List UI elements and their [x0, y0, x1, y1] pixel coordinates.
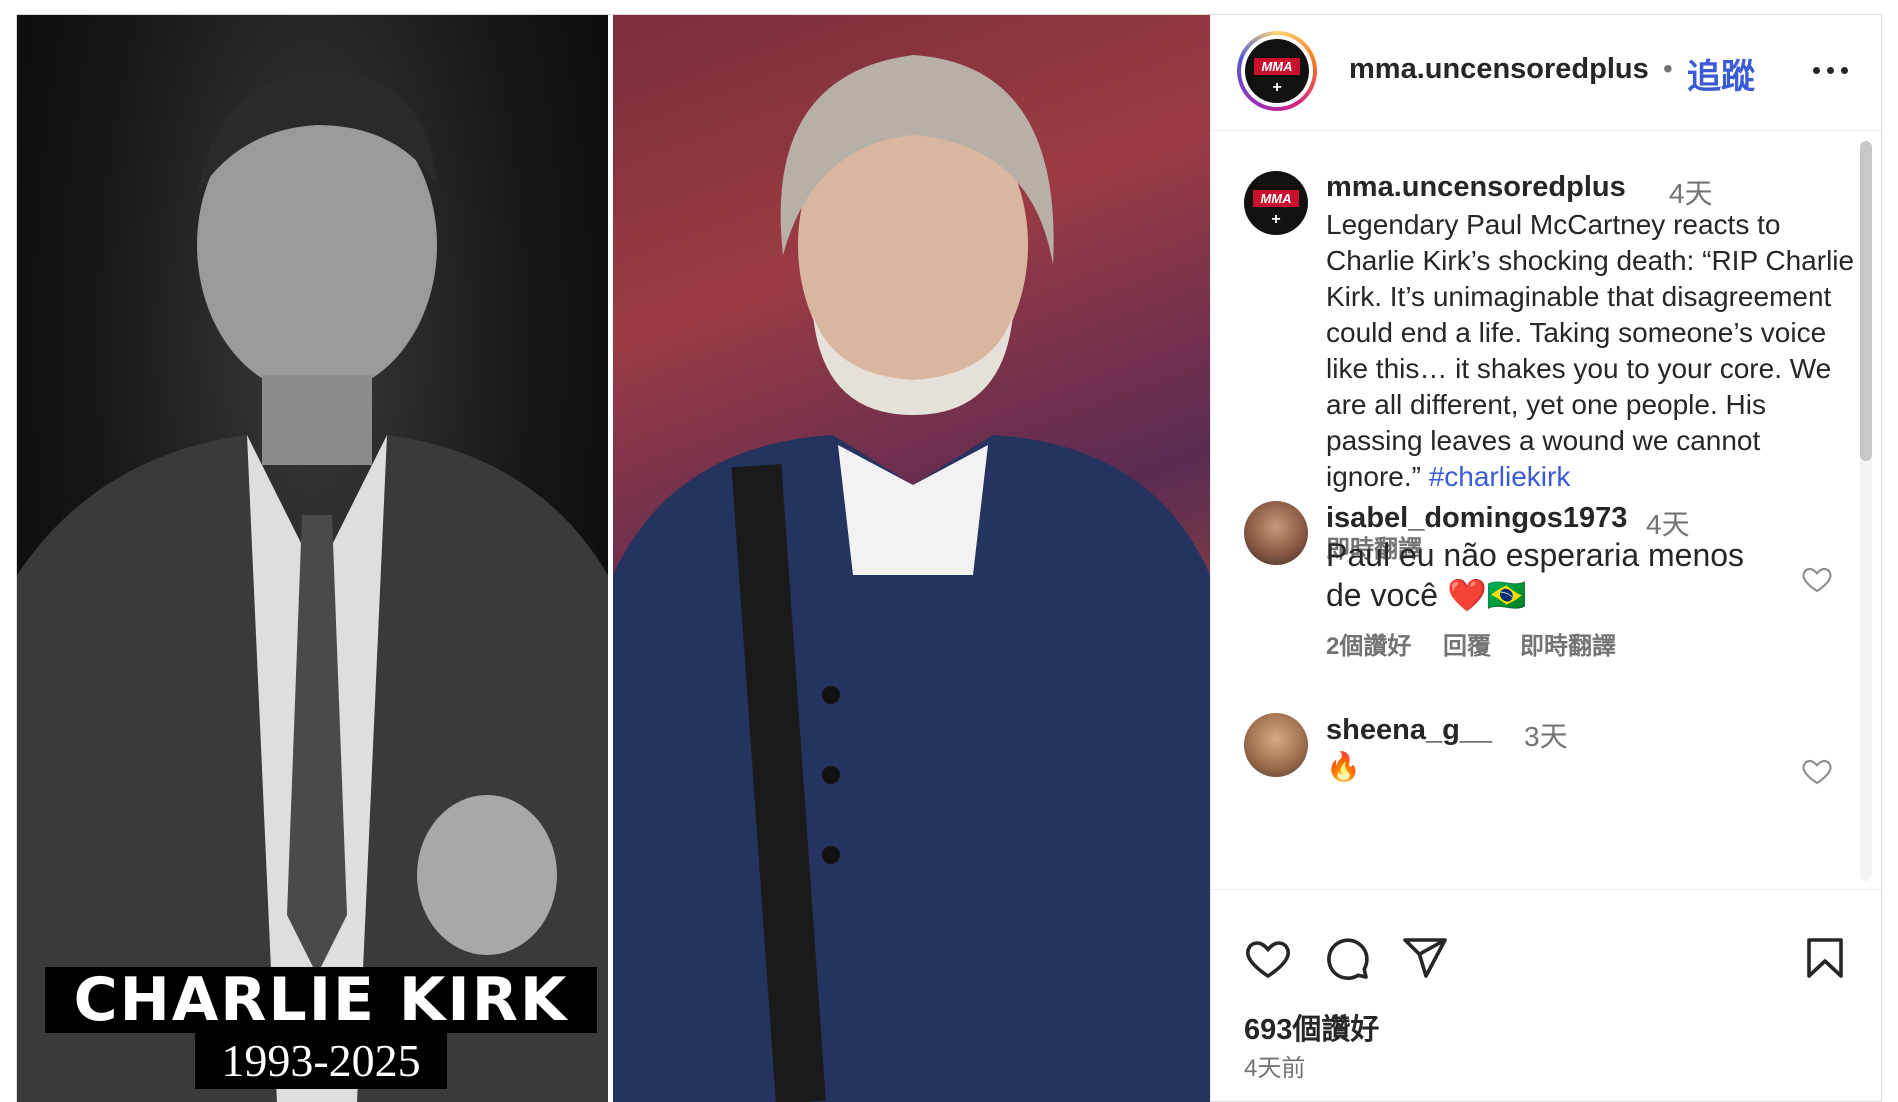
- memorial-years-caption: 1993-2025: [195, 1033, 447, 1089]
- comment-username[interactable]: sheena_g__: [1326, 714, 1492, 747]
- memorial-name-caption: CHARLIE KIRK: [45, 967, 597, 1033]
- header-avatar[interactable]: MMA +: [1245, 39, 1309, 103]
- like-count[interactable]: 693個讚好: [1244, 1006, 1379, 1048]
- share-icon[interactable]: [1401, 934, 1449, 982]
- comments-section[interactable]: MMA + mma.uncensoredplus 4天 Legendary Pa…: [1211, 131, 1884, 889]
- hashtag-link[interactable]: #charliekirk: [1429, 461, 1571, 492]
- caption-text: Legendary Paul McCartney reacts to Charl…: [1326, 209, 1855, 492]
- caption-username[interactable]: mma.uncensoredplus: [1326, 171, 1626, 204]
- header-username[interactable]: mma.uncensoredplus: [1349, 53, 1649, 86]
- comment-avatar[interactable]: [1244, 501, 1308, 565]
- scrollbar-thumb[interactable]: [1860, 141, 1872, 461]
- comment-translate-link[interactable]: 即時翻譯: [1520, 626, 1616, 661]
- man-in-suit-photo: [17, 70, 608, 1102]
- right-photo-panel: [613, 15, 1210, 1102]
- post-image[interactable]: CHARLIE KIRK 1993-2025: [17, 15, 1210, 1102]
- left-photo-panel: CHARLIE KIRK 1993-2025: [17, 15, 608, 1102]
- comment-likes[interactable]: 2個讚好: [1326, 626, 1411, 661]
- comment-text: Paul eu não esperaria menos de você ❤️🇧🇷: [1326, 537, 1745, 613]
- comment-like-heart-icon[interactable]: [1800, 755, 1834, 787]
- bookmark-icon[interactable]: [1801, 934, 1849, 982]
- caption-time[interactable]: 4天: [1669, 172, 1713, 212]
- more-options-icon[interactable]: [1809, 51, 1853, 87]
- post-sidebar: MMA + mma.uncensoredplus • 追蹤 MMA + mma.…: [1210, 15, 1884, 1102]
- like-heart-icon[interactable]: [1244, 934, 1292, 982]
- comment-avatar[interactable]: [1244, 713, 1308, 777]
- older-man-photo: [613, 55, 1210, 1102]
- instagram-post: CHARLIE KIRK 1993-2025 MMA + mma.uncenso…: [16, 14, 1884, 1102]
- mma-logo-icon: MMA: [1252, 190, 1300, 207]
- header-separator: •: [1663, 53, 1673, 84]
- comment-icon[interactable]: [1323, 934, 1371, 982]
- post-timestamp[interactable]: 4天前: [1244, 1048, 1305, 1083]
- comment-time[interactable]: 3天: [1524, 715, 1568, 755]
- caption-avatar[interactable]: MMA +: [1244, 171, 1308, 235]
- post-header: MMA + mma.uncensoredplus • 追蹤: [1211, 15, 1884, 131]
- comment-username[interactable]: isabel_domingos1973: [1326, 502, 1627, 535]
- comment-reply-link[interactable]: 回覆: [1443, 626, 1491, 661]
- follow-button[interactable]: 追蹤: [1687, 49, 1755, 98]
- story-ring[interactable]: MMA +: [1237, 31, 1317, 111]
- comment-like-heart-icon[interactable]: [1800, 563, 1834, 595]
- comment-text: 🔥: [1326, 751, 1361, 782]
- action-bar: 693個讚好 4天前: [1211, 889, 1884, 1102]
- mma-logo-icon: MMA: [1253, 58, 1301, 75]
